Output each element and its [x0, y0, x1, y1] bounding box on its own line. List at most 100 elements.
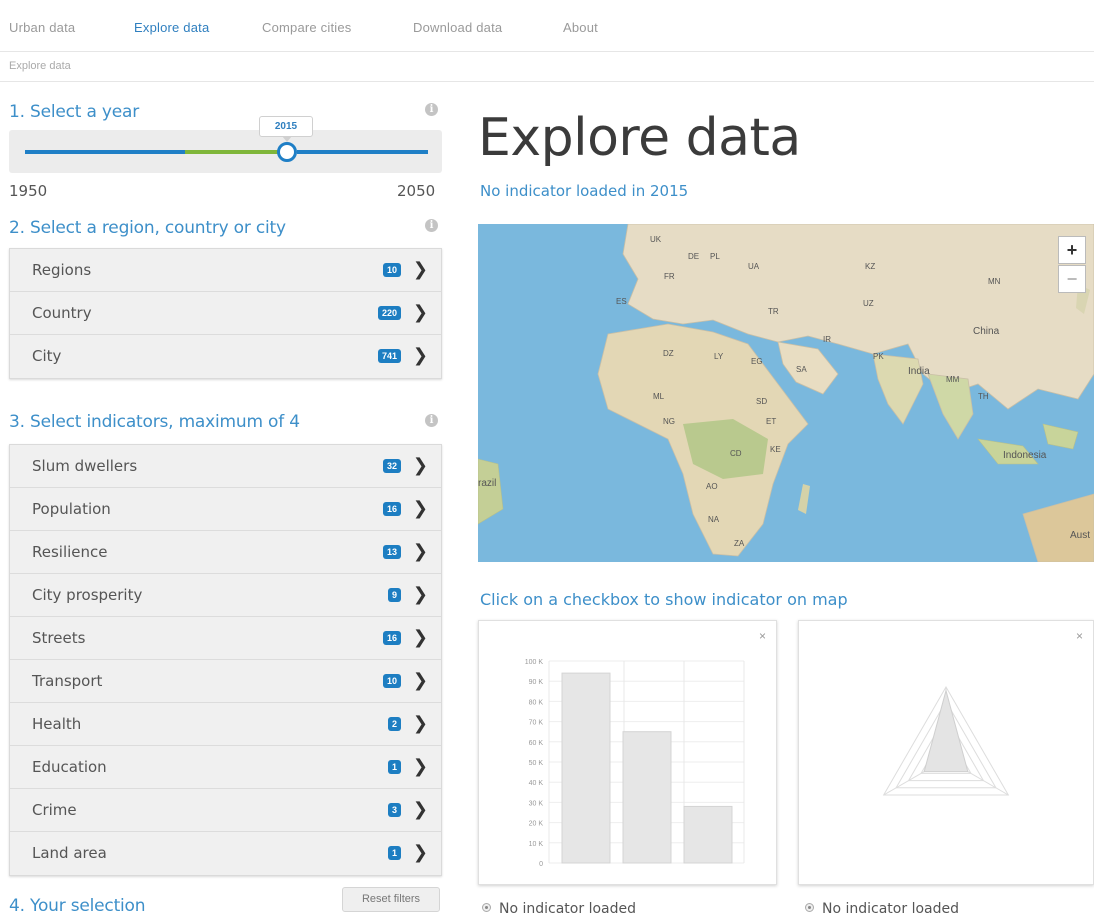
bar-chart-panel: × 100 K 90 K 80 K 70 K 60 K 50 K 40 K 30 K 20 K1…: [478, 620, 777, 885]
slider-track-right: [297, 150, 428, 154]
count-badge: 2: [387, 717, 401, 731]
map-label: UZ: [863, 299, 874, 308]
indicator-section-title: 3. Select indicators, maximum of 4: [9, 412, 300, 432]
map-hint-text: Click on a checkbox to show indicator on…: [480, 590, 848, 609]
list-item-label: Health: [32, 715, 82, 733]
reset-filters-button[interactable]: Reset filters: [342, 887, 440, 912]
y-tick-label: 30 K: [529, 800, 544, 807]
map-label: China: [973, 326, 1000, 337]
map-label: KE: [770, 445, 781, 454]
zoom-in-button[interactable]: +: [1058, 236, 1086, 264]
radar-chart: [882, 686, 1010, 796]
nav-explore-data[interactable]: Explore data: [134, 20, 209, 35]
list-item-crime[interactable]: Crime 3 ❯: [10, 789, 441, 832]
slider-handle[interactable]: [277, 142, 297, 162]
region-section-title: 2. Select a region, country or city: [9, 218, 286, 238]
list-item-resilience[interactable]: Resilience 13 ❯: [10, 531, 441, 574]
list-item-city-prosperity[interactable]: City prosperity 9 ❯: [10, 574, 441, 617]
bar-chart: 100 K 90 K 80 K 70 K 60 K 50 K 40 K 30 K 20 K 10 …: [525, 659, 745, 868]
map-label: SD: [756, 397, 767, 406]
nav-download-data[interactable]: Download data: [413, 20, 502, 35]
list-item-education[interactable]: Education 1 ❯: [10, 746, 441, 789]
count-badge: 16: [382, 631, 401, 645]
close-icon[interactable]: ×: [1076, 629, 1083, 643]
year-max-label: 2050: [397, 182, 436, 200]
nav-urban-data[interactable]: Urban data: [9, 20, 75, 35]
nav-compare-cities[interactable]: Compare cities: [262, 20, 352, 35]
map-label: MN: [988, 277, 1001, 286]
list-item-label: City: [32, 347, 62, 365]
map-label: razil: [478, 478, 496, 489]
count-badge: 13: [382, 545, 401, 559]
year-min-label: 1950: [9, 182, 48, 200]
chevron-right-icon: ❯: [412, 345, 428, 365]
y-tick-label: 80 K: [529, 699, 544, 706]
list-item-land-area[interactable]: Land area 1 ❯: [10, 832, 441, 875]
bar: [683, 805, 733, 864]
map-label: PK: [873, 352, 884, 361]
close-icon[interactable]: ×: [759, 629, 766, 643]
map-label: ML: [653, 392, 665, 401]
map-label: TR: [768, 307, 779, 316]
y-tick-label: 60 K: [529, 740, 544, 747]
list-item-label: Crime: [32, 801, 77, 819]
map-label: ET: [766, 417, 776, 426]
info-icon[interactable]: i: [425, 219, 438, 232]
list-item-label: Regions: [32, 261, 92, 279]
count-badge: 10: [382, 674, 401, 688]
list-item-streets[interactable]: Streets 16 ❯: [10, 617, 441, 660]
indicator-radio-1[interactable]: No indicator loaded: [482, 901, 636, 917]
list-item-label: Education: [32, 758, 107, 776]
radar-series: [923, 688, 969, 773]
chevron-right-icon: ❯: [412, 302, 428, 322]
count-badge: 32: [382, 459, 401, 473]
map-label: LY: [714, 352, 724, 361]
map-label: DZ: [663, 349, 674, 358]
chevron-right-icon: ❯: [412, 799, 428, 819]
list-item-transport[interactable]: Transport 10 ❯: [10, 660, 441, 703]
y-tick-label: 50 K: [529, 760, 544, 767]
breadcrumb-current: Explore data: [9, 60, 71, 72]
list-item-city[interactable]: City 741 ❯: [10, 335, 441, 378]
info-icon[interactable]: i: [425, 414, 438, 427]
map-label: SA: [796, 365, 807, 374]
chevron-right-icon: ❯: [412, 541, 428, 561]
y-tick-label: 70 K: [529, 720, 544, 727]
map-label: FR: [664, 272, 675, 281]
chevron-right-icon: ❯: [412, 498, 428, 518]
nav-about[interactable]: About: [563, 20, 598, 35]
list-item-label: Slum dwellers: [32, 457, 138, 475]
indicator-list: Slum dwellers 32 ❯ Population 16 ❯ Resil…: [9, 444, 442, 876]
zoom-out-button[interactable]: −: [1058, 265, 1086, 293]
radar-chart-panel: ×: [798, 620, 1094, 885]
chevron-right-icon: ❯: [412, 756, 428, 776]
radio-icon[interactable]: [805, 903, 814, 912]
map-label: IR: [823, 335, 831, 344]
map-label: India: [908, 366, 930, 377]
info-icon[interactable]: i: [425, 103, 438, 116]
page-subtitle: No indicator loaded in 2015: [480, 182, 689, 200]
list-item-label: Resilience: [32, 543, 108, 561]
radio-label: No indicator loaded: [499, 901, 636, 917]
chevron-right-icon: ❯: [412, 584, 428, 604]
map-label: Aust: [1070, 530, 1090, 541]
radio-icon[interactable]: [482, 903, 491, 912]
list-item-country[interactable]: Country 220 ❯: [10, 292, 441, 335]
list-item-slum-dwellers[interactable]: Slum dwellers 32 ❯: [10, 445, 441, 488]
count-badge: 10: [382, 263, 401, 277]
page-title: Explore data: [478, 108, 801, 168]
year-slider[interactable]: [9, 130, 442, 173]
world-map[interactable]: UK DE PL FR UA KZ MN ES UZ TR China IR DZ LY EG SA PK Ind…: [478, 224, 1094, 562]
region-list: Regions 10 ❯ Country 220 ❯ City 741 ❯: [9, 248, 442, 379]
count-badge: 741: [377, 349, 401, 363]
list-item-population[interactable]: Population 16 ❯: [10, 488, 441, 531]
map-label: UK: [650, 235, 662, 244]
y-tick-label: 40 K: [529, 780, 544, 787]
indicator-radio-2[interactable]: No indicator loaded: [805, 901, 959, 917]
count-badge: 3: [387, 803, 401, 817]
bar: [561, 672, 611, 864]
map-label: UA: [748, 262, 760, 271]
list-item-health[interactable]: Health 2 ❯: [10, 703, 441, 746]
list-item-regions[interactable]: Regions 10 ❯: [10, 249, 441, 292]
count-badge: 9: [387, 588, 401, 602]
